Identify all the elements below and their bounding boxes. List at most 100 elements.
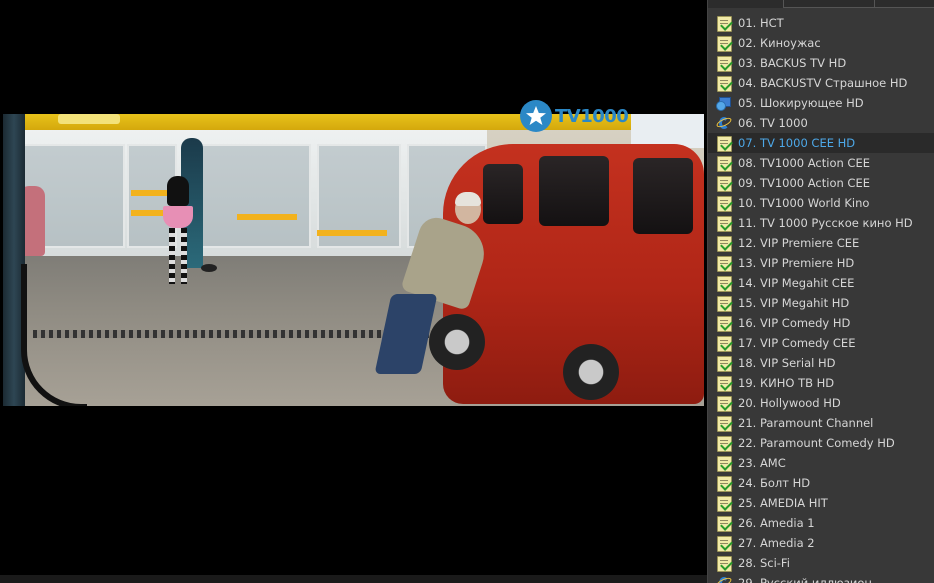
channel-list-item[interactable]: 05. Шокирующее HD bbox=[708, 93, 934, 113]
channel-list-item[interactable]: 26. Amedia 1 bbox=[708, 513, 934, 533]
playlist-note-icon bbox=[716, 415, 732, 432]
channel-name: 21. Paramount Channel bbox=[738, 416, 874, 430]
channel-name: 09. TV1000 Action CEE bbox=[738, 176, 870, 190]
playlist-note-icon bbox=[716, 475, 732, 492]
channel-name: 10. TV1000 World Kino bbox=[738, 196, 870, 210]
network-icon bbox=[716, 95, 732, 111]
channel-list-item[interactable]: 20. Hollywood HD bbox=[708, 393, 934, 413]
shelf bbox=[317, 230, 387, 236]
channel-list-item[interactable]: 21. Paramount Channel bbox=[708, 413, 934, 433]
playlist-note-icon bbox=[716, 495, 732, 512]
channel-name: 20. Hollywood HD bbox=[738, 396, 841, 410]
channel-list-item[interactable]: 25. AMEDIA HIT bbox=[708, 493, 934, 513]
channel-list-item[interactable]: 12. VIP Premiere CEE bbox=[708, 233, 934, 253]
playlist-note-icon bbox=[716, 215, 732, 232]
ie-icon bbox=[715, 115, 733, 131]
playlist-note-icon bbox=[716, 275, 732, 292]
channel-list-item[interactable]: 10. TV1000 World Kino bbox=[708, 193, 934, 213]
channel-name: 17. VIP Comedy CEE bbox=[738, 336, 856, 350]
channel-logo-text: TV1000 bbox=[555, 105, 629, 127]
channel-list-item[interactable]: 11. TV 1000 Русское кино HD bbox=[708, 213, 934, 233]
video-frame[interactable] bbox=[3, 114, 704, 406]
playlist-note-icon bbox=[716, 255, 732, 272]
channel-name: 23. AMC bbox=[738, 456, 786, 470]
channel-list-item[interactable]: 04. BACKUSTV Страшное HD bbox=[708, 73, 934, 93]
ie-icon bbox=[715, 575, 733, 583]
sky bbox=[631, 114, 704, 148]
store-sign bbox=[58, 114, 120, 124]
playlist-panel[interactable]: 01. НСТ 02. Киноужас 03. BACKUS TV HD 04. B… bbox=[707, 0, 934, 583]
channel-list-item[interactable]: 22. Paramount Comedy HD bbox=[708, 433, 934, 453]
playlist-tabs[interactable] bbox=[708, 0, 934, 8]
channel-list-item[interactable]: 29. Русский иллюзион bbox=[708, 573, 934, 583]
channel-list-item[interactable]: 02. Киноужас bbox=[708, 33, 934, 53]
playlist-note-icon bbox=[716, 235, 732, 252]
van-door-window bbox=[483, 164, 523, 224]
store-window bbox=[187, 144, 311, 248]
man-legs bbox=[374, 294, 438, 374]
playlist-note-icon bbox=[716, 35, 732, 52]
playlist-note-icon bbox=[716, 75, 732, 92]
channel-list-item[interactable]: 18. VIP Serial HD bbox=[708, 353, 934, 373]
playlist-note-icon bbox=[716, 335, 732, 352]
channel-name: 12. VIP Premiere CEE bbox=[738, 236, 860, 250]
channel-name: 27. Amedia 2 bbox=[738, 536, 815, 550]
girl-leg bbox=[169, 228, 175, 284]
channel-name: 07. TV 1000 CEE HD bbox=[738, 136, 856, 150]
playlist-note-icon bbox=[716, 155, 732, 172]
man-figure bbox=[374, 192, 492, 384]
playlist-note-icon bbox=[716, 555, 732, 572]
channel-name: 26. Amedia 1 bbox=[738, 516, 815, 530]
channel-name: 03. BACKUS TV HD bbox=[738, 56, 847, 70]
channel-list-item[interactable]: 09. TV1000 Action CEE bbox=[708, 173, 934, 193]
channel-list-item[interactable]: 13. VIP Premiere HD bbox=[708, 253, 934, 273]
red-van bbox=[429, 144, 704, 404]
man-hair bbox=[455, 192, 481, 206]
playlist-note-icon bbox=[716, 375, 732, 392]
playlist-note-icon bbox=[716, 55, 732, 72]
video-area[interactable]: TV1000 bbox=[0, 0, 707, 583]
channel-list-item[interactable]: 15. VIP Megahit HD bbox=[708, 293, 934, 313]
playlist-note-icon bbox=[716, 435, 732, 452]
channel-list-item[interactable]: 14. VIP Megahit CEE bbox=[708, 273, 934, 293]
playlist-note-icon bbox=[716, 395, 732, 412]
playlist-note-icon bbox=[716, 135, 732, 152]
channel-list-item[interactable]: 06. TV 1000 bbox=[708, 113, 934, 133]
channel-list[interactable]: 01. НСТ 02. Киноужас 03. BACKUS TV HD 04. B… bbox=[708, 13, 934, 583]
channel-name: 25. AMEDIA HIT bbox=[738, 496, 828, 510]
girl-leg bbox=[181, 228, 187, 284]
channel-list-item[interactable]: 27. Amedia 2 bbox=[708, 533, 934, 553]
channel-list-item[interactable]: 24. Болт HD bbox=[708, 473, 934, 493]
channel-list-item[interactable]: 28. Sci-Fi bbox=[708, 553, 934, 573]
girl-top bbox=[167, 176, 189, 206]
van-rear-wheel bbox=[563, 344, 619, 400]
channel-name: 19. КИНО ТВ HD bbox=[738, 376, 835, 390]
channel-list-item[interactable]: 19. КИНО ТВ HD bbox=[708, 373, 934, 393]
playlist-note-icon bbox=[716, 195, 732, 212]
channel-list-item[interactable]: 03. BACKUS TV HD bbox=[708, 53, 934, 73]
status-strip bbox=[0, 575, 707, 583]
channel-list-item[interactable]: 16. VIP Comedy HD bbox=[708, 313, 934, 333]
channel-name: 04. BACKUSTV Страшное HD bbox=[738, 76, 908, 90]
shelf bbox=[237, 214, 297, 220]
channel-name: 08. TV1000 Action CEE bbox=[738, 156, 870, 170]
channel-list-item[interactable]: 17. VIP Comedy CEE bbox=[708, 333, 934, 353]
channel-name: 24. Болт HD bbox=[738, 476, 811, 490]
tab-border bbox=[783, 7, 934, 8]
playlist-note-icon bbox=[716, 295, 732, 312]
channel-list-item[interactable]: 01. НСТ bbox=[708, 13, 934, 33]
channel-name: 14. VIP Megahit CEE bbox=[738, 276, 855, 290]
channel-list-item[interactable]: 08. TV1000 Action CEE bbox=[708, 153, 934, 173]
playlist-note-icon bbox=[716, 455, 732, 472]
channel-name: 06. TV 1000 bbox=[738, 116, 808, 130]
van-side-window bbox=[539, 156, 609, 226]
channel-list-item[interactable]: 07. TV 1000 CEE HD bbox=[708, 133, 934, 153]
channel-name: 29. Русский иллюзион bbox=[738, 576, 872, 583]
playlist-note-icon bbox=[716, 15, 732, 32]
channel-name: 11. TV 1000 Русское кино HD bbox=[738, 216, 913, 230]
channel-name: 22. Paramount Comedy HD bbox=[738, 436, 895, 450]
playlist-note-icon bbox=[716, 175, 732, 192]
playlist-note-icon bbox=[716, 515, 732, 532]
channel-list-item[interactable]: 23. AMC bbox=[708, 453, 934, 473]
playlist-note-icon bbox=[716, 355, 732, 372]
